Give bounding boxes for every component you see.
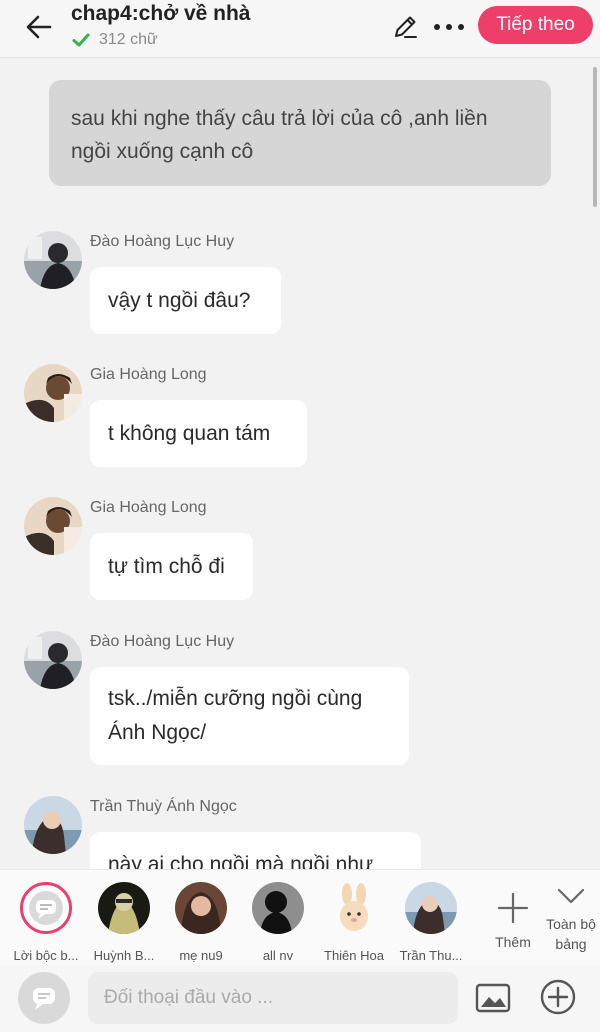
- message-bubble[interactable]: vậy t ngồi đâu?: [90, 267, 281, 334]
- word-count: 312 chữ: [99, 31, 158, 48]
- avatar[interactable]: [24, 364, 82, 422]
- character-item[interactable]: Thiên Hoa: [319, 882, 389, 963]
- chevron-down-icon: [557, 888, 585, 904]
- character-label: mẹ nu9: [179, 948, 223, 963]
- message-bubble[interactable]: tsk../miễn cưỡng ngồi cùng Ánh Ngọc/: [90, 667, 409, 765]
- dialogue-input[interactable]: [88, 972, 458, 1024]
- chapter-title: chap4:chở về nhà: [71, 2, 251, 25]
- character-label: Thiên Hoa: [324, 948, 384, 963]
- character-item[interactable]: mẹ nu9: [166, 882, 236, 963]
- character-label: Lời bộc b...: [13, 948, 79, 963]
- sender-name: Trần Thuỳ Ánh Ngọc: [90, 798, 237, 815]
- input-bar: [0, 965, 600, 1032]
- character-narration[interactable]: Lời bộc b...: [11, 882, 81, 963]
- sender-name: Đào Hoàng Lục Huy: [90, 233, 235, 250]
- all-label: Toàn bộ bảng: [546, 916, 596, 952]
- all-characters-button[interactable]: Toàn bộ bảng: [542, 886, 600, 962]
- top-bar: chap4:chở về nhà 312 chữ Tiếp theo: [0, 0, 600, 58]
- character-strip: Lời bộc b... Huỳnh B... mẹ nu9 all nv Th…: [0, 869, 600, 965]
- message-bubble[interactable]: tự tìm chỗ đi: [90, 533, 253, 600]
- plus-icon: [497, 892, 529, 924]
- character-item[interactable]: Huỳnh B...: [89, 882, 159, 963]
- avatar[interactable]: [24, 497, 82, 555]
- speech-bubble-icon: [33, 988, 55, 1010]
- image-icon[interactable]: [474, 979, 512, 1017]
- word-count-row: 312 chữ: [71, 30, 158, 50]
- avatar[interactable]: [24, 796, 82, 854]
- more-options-icon[interactable]: [430, 12, 470, 42]
- add-character-button[interactable]: Thêm: [488, 888, 538, 958]
- narration-avatar: [20, 882, 72, 934]
- character-label: Trần Thu...: [399, 948, 463, 963]
- character-avatar: [252, 882, 304, 934]
- back-arrow-icon[interactable]: [22, 10, 56, 44]
- chat-area[interactable]: sau khi nghe thấy câu trả lời của cô ,an…: [0, 59, 600, 869]
- character-avatar: [405, 882, 457, 934]
- character-avatar: [98, 882, 150, 934]
- narration-bubble[interactable]: sau khi nghe thấy câu trả lời của cô ,an…: [49, 80, 551, 186]
- character-item[interactable]: Trần Thu...: [396, 882, 466, 963]
- edit-pencil-icon[interactable]: [390, 12, 420, 42]
- sender-name: Đào Hoàng Lục Huy: [90, 633, 235, 650]
- add-circle-icon[interactable]: [538, 977, 578, 1017]
- message-bubble[interactable]: t không quan tám: [90, 400, 307, 467]
- sender-name: Gia Hoàng Long: [90, 499, 207, 516]
- speech-bubble-icon: [29, 891, 63, 925]
- sender-name: Gia Hoàng Long: [90, 366, 207, 383]
- narration-toggle-button[interactable]: [18, 972, 70, 1024]
- scrollbar[interactable]: [593, 67, 597, 207]
- avatar[interactable]: [24, 631, 82, 689]
- character-avatar: [175, 882, 227, 934]
- character-label: all nv: [262, 948, 294, 963]
- verified-check-icon: [72, 33, 90, 47]
- message-bubble[interactable]: này ai cho ngồi mà ngồi như: [90, 832, 421, 869]
- add-label: Thêm: [495, 934, 531, 950]
- character-label: Huỳnh B...: [93, 948, 155, 963]
- avatar[interactable]: [24, 231, 82, 289]
- character-item[interactable]: all nv: [243, 882, 313, 963]
- next-button[interactable]: Tiếp theo: [478, 6, 593, 44]
- character-avatar: [328, 882, 380, 934]
